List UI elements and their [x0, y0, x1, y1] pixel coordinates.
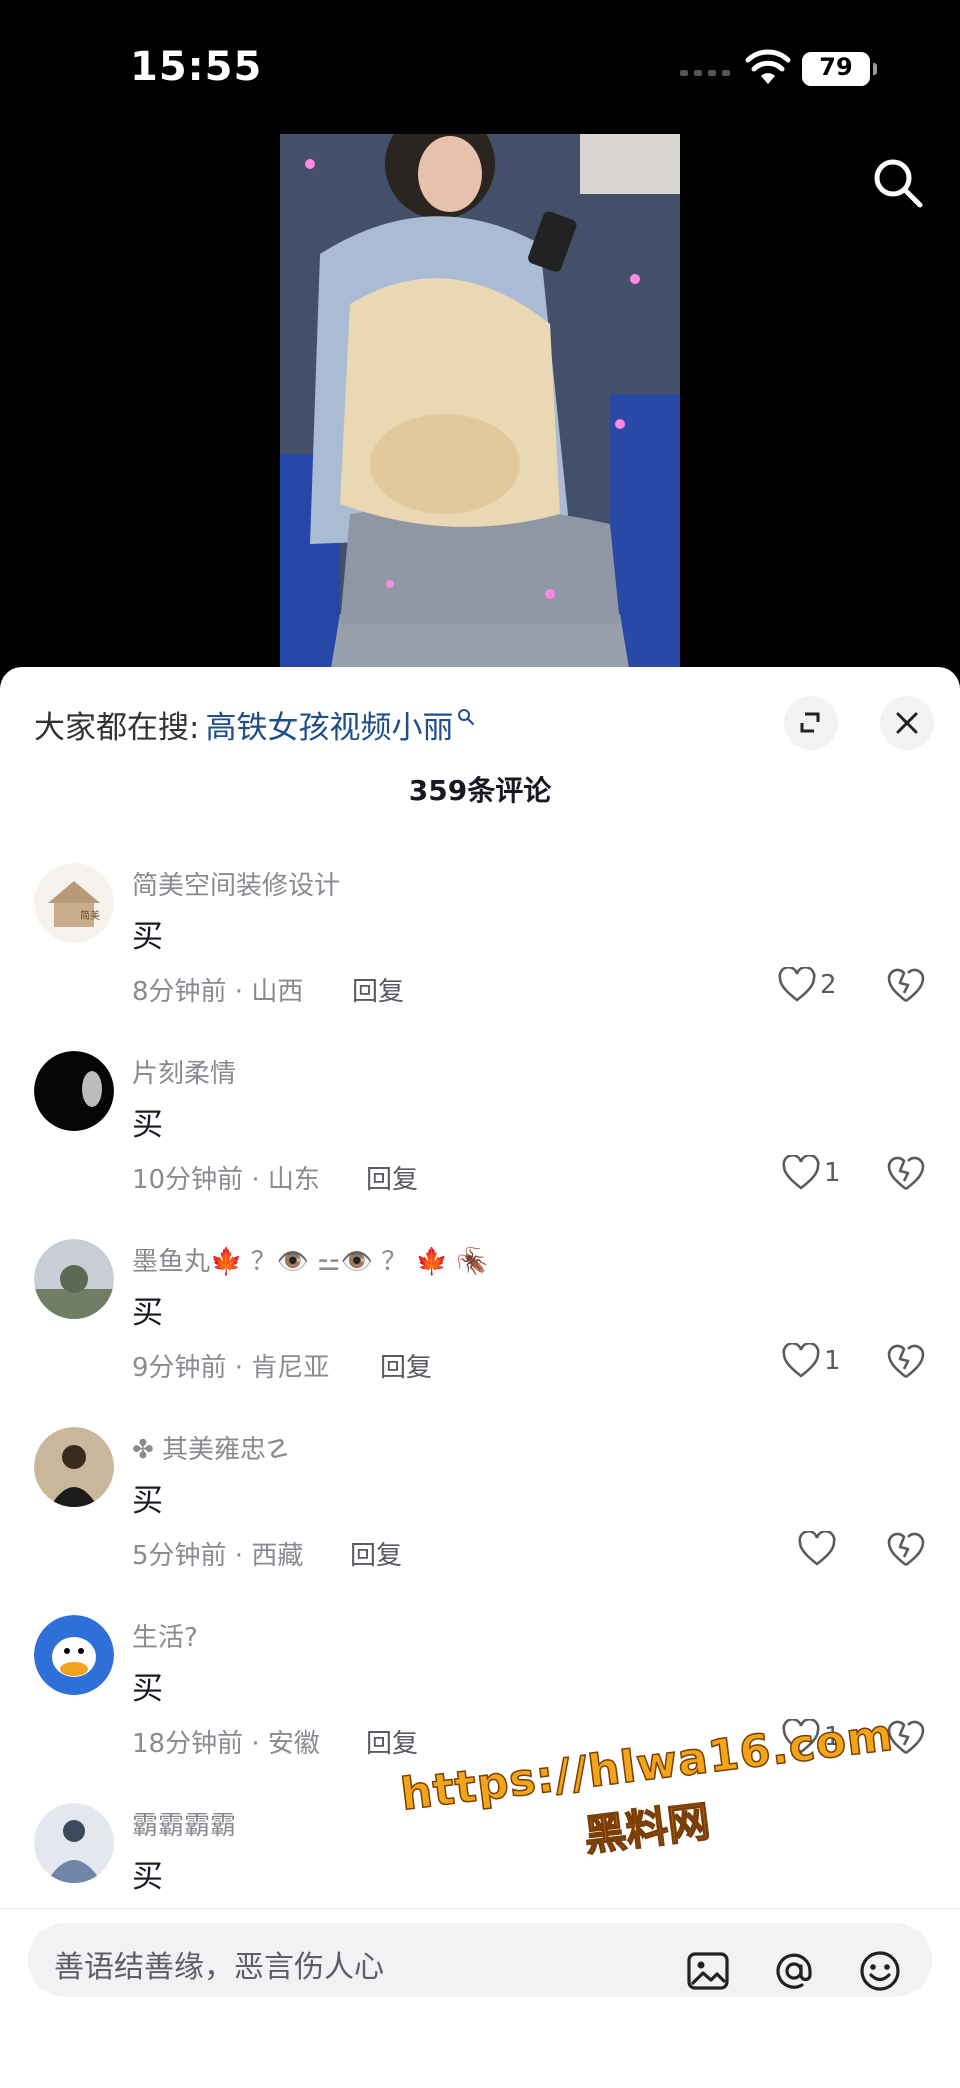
- comment-username[interactable]: 霸霸霸霸: [132, 1805, 236, 1842]
- comment-time-location: 10分钟前 · 山东: [132, 1165, 320, 1195]
- comment-time-location: 5分钟前 · 西藏: [132, 1541, 304, 1571]
- heart-icon: [798, 1531, 836, 1566]
- reply-button[interactable]: 回复: [380, 1347, 432, 1384]
- comment-username[interactable]: 墨鱼丸🍁 ？👁️ ⚍👁️ ？ 🍁 🪳: [132, 1241, 489, 1278]
- avatar[interactable]: 简美: [34, 863, 114, 943]
- like-count: 1: [824, 1158, 841, 1188]
- comment-text: 买: [132, 1107, 163, 1143]
- trending-search[interactable]: 大家都在搜: 高铁女孩视频小丽: [34, 699, 475, 749]
- comment-item: 简美 简美空间装修设计 买 8分钟前 · 山西 回复 2: [0, 863, 960, 1051]
- like-count: 2: [820, 970, 837, 1000]
- heart-icon: [782, 1343, 820, 1378]
- search-icon[interactable]: [870, 155, 926, 211]
- comment-time-location: 9分钟前 · 肯尼亚: [132, 1353, 330, 1383]
- close-icon: [896, 712, 918, 734]
- status-time: 15:55: [130, 44, 263, 90]
- comment-text: 买: [132, 1859, 163, 1895]
- comment-username[interactable]: 片刻柔情: [132, 1053, 236, 1090]
- reply-button[interactable]: 回复: [352, 971, 404, 1008]
- comment-item: ✤ 其美雍忠☡ 买 5分钟前 · 西藏 回复: [0, 1427, 960, 1615]
- broken-heart-icon[interactable]: [886, 1527, 926, 1571]
- trending-prefix: 大家都在搜:: [34, 709, 200, 746]
- expand-button[interactable]: [784, 696, 838, 750]
- emoji-icon[interactable]: [856, 1947, 904, 1995]
- avatar[interactable]: [34, 1051, 114, 1131]
- comment-input-bar: 善语结善缘，恶言伤人心: [0, 1908, 960, 2088]
- comment-time-location: 18分钟前 · 安徽: [132, 1729, 320, 1759]
- like-button[interactable]: 2: [778, 963, 837, 1007]
- comment-text: 买: [132, 1483, 163, 1519]
- like-count: 1: [824, 1346, 841, 1376]
- comment-input[interactable]: 善语结善缘，恶言伤人心: [28, 1923, 932, 1997]
- comment-username[interactable]: 简美空间装修设计: [132, 865, 340, 902]
- comment-username[interactable]: 生活?: [132, 1617, 198, 1654]
- avatar[interactable]: [34, 1615, 114, 1695]
- reply-button[interactable]: 回复: [366, 1159, 418, 1196]
- comment-item: 片刻柔情 买 10分钟前 · 山东 回复 1: [0, 1051, 960, 1239]
- image-icon[interactable]: [684, 1947, 732, 1995]
- battery-level: 79: [819, 53, 853, 81]
- wifi-icon: [745, 49, 791, 84]
- cellular-signal-icon: [680, 70, 730, 76]
- comment-text: 买: [132, 919, 163, 955]
- broken-heart-icon[interactable]: [886, 1151, 926, 1195]
- reply-button[interactable]: 回复: [366, 1723, 418, 1760]
- avatar[interactable]: [34, 1239, 114, 1319]
- heart-icon: [778, 967, 816, 1002]
- comment-text: 买: [132, 1671, 163, 1707]
- like-button[interactable]: [798, 1527, 840, 1571]
- heart-icon: [782, 1155, 820, 1190]
- broken-heart-icon[interactable]: [886, 963, 926, 1007]
- like-button[interactable]: 1: [782, 1339, 841, 1383]
- comment-item: 墨鱼丸🍁 ？👁️ ⚍👁️ ？ 🍁 🪳 买 9分钟前 · 肯尼亚 回复 1: [0, 1239, 960, 1427]
- battery-indicator: 79: [802, 52, 877, 86]
- avatar[interactable]: [34, 1803, 114, 1883]
- expand-icon: [800, 712, 820, 733]
- comment-text: 买: [132, 1295, 163, 1331]
- close-button[interactable]: [880, 696, 934, 750]
- comment-input-placeholder: 善语结善缘，恶言伤人心: [54, 1950, 384, 1985]
- avatar[interactable]: [34, 1427, 114, 1507]
- comment-username[interactable]: ✤ 其美雍忠☡: [132, 1429, 289, 1466]
- comment-count: 359条评论: [408, 774, 552, 807]
- mention-icon[interactable]: [770, 1947, 818, 1995]
- status-bar: 15:55 79: [0, 0, 960, 130]
- reply-button[interactable]: 回复: [350, 1535, 402, 1572]
- svg-text:简美: 简美: [80, 909, 100, 922]
- video-thumbnail: [280, 134, 680, 674]
- video-player[interactable]: [280, 134, 680, 674]
- trending-query-link[interactable]: 高铁女孩视频小丽: [205, 702, 453, 747]
- comment-time-location: 8分钟前 · 山西: [132, 977, 304, 1007]
- broken-heart-icon[interactable]: [886, 1339, 926, 1383]
- like-button[interactable]: 1: [782, 1151, 841, 1195]
- search-icon: [458, 709, 475, 725]
